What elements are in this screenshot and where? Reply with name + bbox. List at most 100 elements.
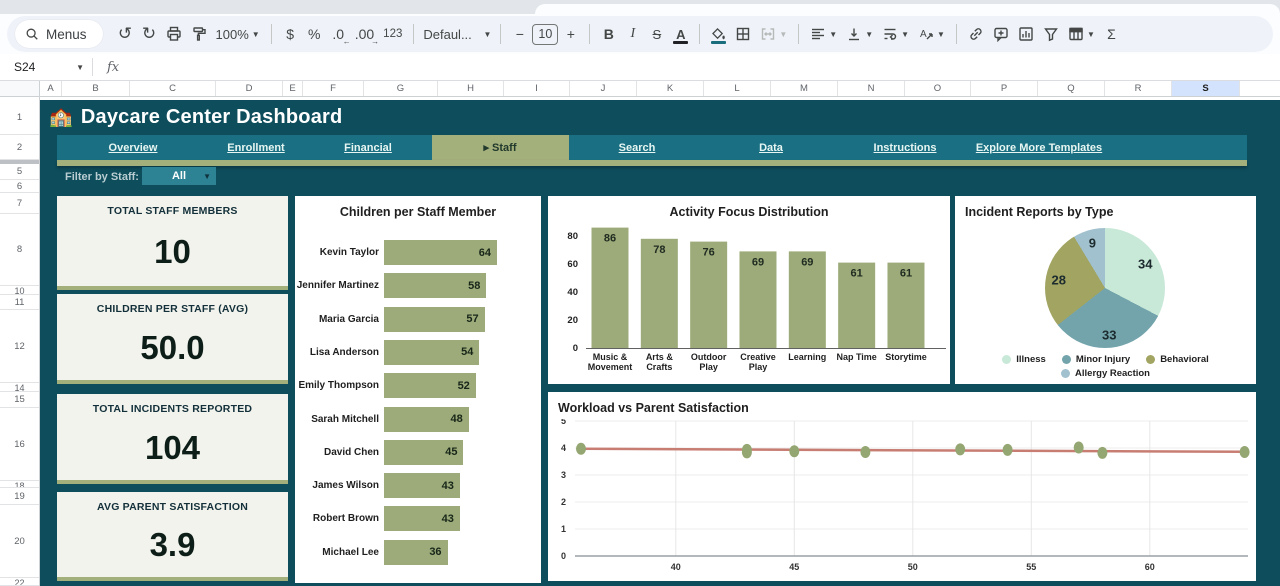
print-button[interactable]: [162, 21, 186, 47]
increase-decimals-button[interactable]: .00→: [351, 21, 378, 47]
row-header-1[interactable]: 1: [0, 100, 39, 135]
column-header-F[interactable]: F: [303, 81, 364, 96]
nav-tab-overview[interactable]: Overview: [99, 135, 168, 160]
svg-text:1: 1: [561, 524, 566, 534]
font-select[interactable]: Defaul...▼: [421, 21, 493, 47]
undo-button[interactable]: ↺: [114, 21, 137, 47]
column-header-J[interactable]: J: [570, 81, 637, 96]
strikethrough-button[interactable]: S: [645, 21, 668, 47]
svg-text:69: 69: [801, 256, 813, 268]
column-header-P[interactable]: P: [971, 81, 1038, 96]
more-formats-button[interactable]: 123: [379, 21, 406, 47]
row-header-12[interactable]: 12: [0, 310, 39, 383]
svg-text:Crafts: Crafts: [646, 362, 672, 372]
font-name: Defaul...: [423, 27, 471, 42]
borders-button[interactable]: [731, 21, 755, 47]
column-header-K[interactable]: K: [637, 81, 704, 96]
nav-tab-explore-more-templates[interactable]: Explore More Templates: [966, 135, 1112, 160]
create-filter-button[interactable]: [1039, 21, 1063, 47]
hbar-category-label: Sarah Mitchell: [295, 414, 384, 425]
hbar-bar: 54: [384, 340, 479, 365]
column-header-H[interactable]: H: [438, 81, 504, 96]
merge-cells-button[interactable]: ▼: [756, 21, 791, 47]
filter-views-button[interactable]: ▼: [1064, 21, 1099, 47]
svg-text:78: 78: [653, 244, 665, 256]
select-all-corner[interactable]: [0, 81, 40, 96]
fill-color-button[interactable]: [707, 21, 730, 47]
row-header-18[interactable]: 18: [0, 481, 39, 488]
zoom-select[interactable]: 100%▼: [212, 21, 264, 47]
row-header-16[interactable]: 16: [0, 408, 39, 481]
row-header-5[interactable]: 5: [0, 164, 39, 180]
functions-button[interactable]: Σ: [1100, 21, 1123, 47]
column-header-C[interactable]: C: [130, 81, 216, 96]
column-header-Q[interactable]: Q: [1038, 81, 1105, 96]
decrease-decimals-button[interactable]: .0←: [327, 21, 350, 47]
column-header-partial[interactable]: [1240, 81, 1280, 96]
row-headers: 12567810111214151618192022: [0, 97, 40, 586]
row-header-11[interactable]: 11: [0, 295, 39, 310]
borders-icon: [735, 26, 751, 42]
format-currency-button[interactable]: $: [279, 21, 302, 47]
formula-input[interactable]: [119, 54, 1280, 80]
insert-link-button[interactable]: [964, 21, 988, 47]
nav-tab-search[interactable]: Search: [609, 135, 666, 160]
svg-text:61: 61: [900, 268, 912, 280]
column-header-R[interactable]: R: [1105, 81, 1172, 96]
row-header-6[interactable]: 6: [0, 180, 39, 193]
chevron-down-icon: ▼: [901, 30, 909, 39]
text-rotation-button[interactable]: A ▼: [914, 21, 949, 47]
row-header-7[interactable]: 7: [0, 193, 39, 214]
divider: [699, 24, 700, 44]
vertical-align-button[interactable]: ▼: [842, 21, 877, 47]
nav-tab-financial[interactable]: Financial: [334, 135, 402, 160]
nav-tab-staff[interactable]: ▸ Staff: [432, 135, 569, 160]
cell-name-box[interactable]: S24 ▼: [0, 60, 92, 74]
insert-comment-button[interactable]: [989, 21, 1013, 47]
row-header-22[interactable]: 22: [0, 578, 39, 586]
row-header-14[interactable]: 14: [0, 383, 39, 392]
children-per-staff-panel: Children per Staff Member Kevin Taylor64…: [295, 196, 541, 583]
menus-search-button[interactable]: Menus: [15, 20, 103, 48]
font-size-input[interactable]: 10: [532, 24, 558, 45]
increase-font-size-button[interactable]: +: [559, 21, 582, 47]
text-wrap-button[interactable]: ▼: [878, 21, 913, 47]
nav-tab-enrollment[interactable]: Enrollment: [217, 135, 294, 160]
column-header-I[interactable]: I: [504, 81, 570, 96]
svg-text:Learning: Learning: [788, 352, 826, 362]
hidden-rows-indicator[interactable]: [0, 160, 39, 164]
redo-button[interactable]: ↻: [138, 21, 161, 47]
svg-text:Arts &: Arts &: [646, 352, 674, 362]
horizontal-align-button[interactable]: ▼: [806, 21, 841, 47]
format-percent-button[interactable]: %: [303, 21, 326, 47]
insert-chart-button[interactable]: [1014, 21, 1038, 47]
svg-text:Movement: Movement: [588, 362, 633, 372]
row-header-19[interactable]: 19: [0, 488, 39, 505]
column-header-S[interactable]: S: [1172, 81, 1240, 96]
column-header-B[interactable]: B: [62, 81, 130, 96]
row-header-15[interactable]: 15: [0, 392, 39, 408]
italic-button[interactable]: I: [621, 21, 644, 47]
column-header-N[interactable]: N: [838, 81, 905, 96]
column-header-O[interactable]: O: [905, 81, 971, 96]
svg-text:A: A: [920, 29, 927, 40]
text-color-button[interactable]: A: [669, 21, 692, 47]
nav-tab-data[interactable]: Data: [749, 135, 793, 160]
text-color-icon: A: [676, 27, 685, 42]
column-header-M[interactable]: M: [771, 81, 838, 96]
column-header-D[interactable]: D: [216, 81, 283, 96]
bold-button[interactable]: B: [597, 21, 620, 47]
column-header-A[interactable]: A: [40, 81, 62, 96]
row-header-10[interactable]: 10: [0, 286, 39, 295]
column-header-G[interactable]: G: [364, 81, 438, 96]
column-header-L[interactable]: L: [704, 81, 771, 96]
row-header-8[interactable]: 8: [0, 214, 39, 286]
svg-text:86: 86: [604, 233, 616, 245]
column-header-E[interactable]: E: [283, 81, 303, 96]
staff-filter-dropdown[interactable]: All ▼: [142, 167, 216, 185]
paint-format-button[interactable]: [187, 21, 211, 47]
decrease-font-size-button[interactable]: −: [508, 21, 531, 47]
row-header-2[interactable]: 2: [0, 135, 39, 160]
row-header-20[interactable]: 20: [0, 505, 39, 578]
nav-tab-instructions[interactable]: Instructions: [864, 135, 947, 160]
